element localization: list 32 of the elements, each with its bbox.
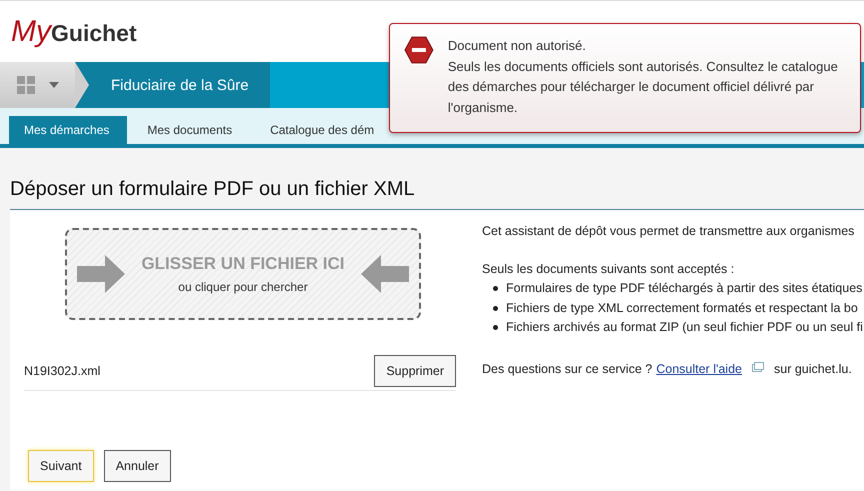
- bullet-icon: [493, 325, 498, 330]
- external-window-icon: [752, 362, 764, 372]
- intro-text: Cet assistant de dépôt vous permet de transmettre aux organismes: [482, 223, 856, 240]
- left-arrow-icon: [360, 255, 409, 293]
- nav-tab[interactable]: Mes démarches: [9, 116, 128, 144]
- file-drop-zone[interactable]: GLISSER UN FICHIER ICI ou cliquer pour chercher: [65, 228, 421, 320]
- help-text: Des questions sur ce service ?: [482, 360, 652, 378]
- drop-zone-hint: ou cliquer pour chercher: [178, 280, 308, 294]
- drop-zone-title: GLISSER UN FICHIER ICI: [141, 254, 345, 274]
- right-arrow-icon: [77, 255, 125, 293]
- delete-button[interactable]: Supprimer: [374, 355, 456, 387]
- file-name: N19I302J.xml: [24, 364, 100, 378]
- accepted-heading: Seuls les documents suivants sont acceptés :: [482, 261, 736, 278]
- accepted-item: Formulaires de type PDF téléchargés à partir des sites étatiques: [506, 280, 862, 297]
- help-suffix-text: sur guichet.lu.: [774, 360, 852, 378]
- alert-message: Seuls les documents officiels sont autorisés. Consultez le catalogue des démarches pour télécharger le document officiel délivré par l'organisme.: [448, 58, 839, 117]
- alert-title: Document non autorisé.: [448, 37, 587, 55]
- bullet-icon: [493, 286, 498, 292]
- apps-menu-button[interactable]: [0, 62, 75, 108]
- nav-tab[interactable]: Catalogue des dém: [250, 116, 374, 144]
- stop-icon: [404, 36, 434, 64]
- myguichet-logo[interactable]: MyGuichet: [11, 14, 137, 48]
- grid-icon[interactable]: [17, 76, 35, 94]
- next-button[interactable]: Suivant: [28, 450, 94, 482]
- accepted-item: Fichiers de type XML correctement formatés et respectant la bo: [506, 300, 858, 317]
- breadcrumb-title[interactable]: Fiduciaire de la Sûre: [89, 62, 270, 108]
- bullet-icon: [493, 306, 498, 311]
- cancel-button[interactable]: Annuler: [104, 450, 171, 482]
- help-link[interactable]: Consulter l'aide: [656, 360, 742, 378]
- nav-tab[interactable]: Mes documents: [127, 116, 250, 144]
- caret-down-icon[interactable]: [49, 82, 59, 88]
- accepted-item: Fichiers archivés au format ZIP (un seul fichier PDF ou un seul fi: [506, 319, 863, 336]
